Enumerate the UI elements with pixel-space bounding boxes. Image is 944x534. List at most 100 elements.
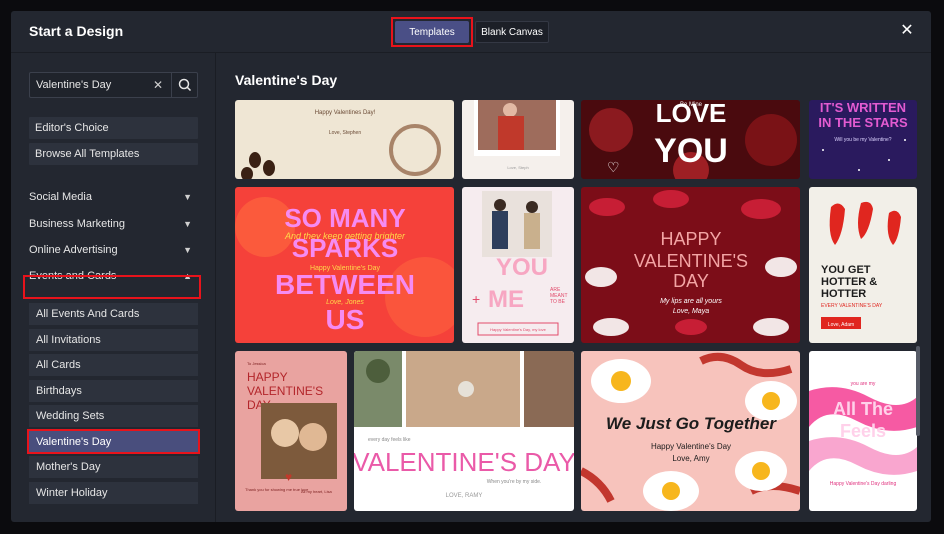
subcategory-all-cards[interactable]: All Cards <box>29 354 198 376</box>
browse-all-templates-button[interactable]: Browse All Templates <box>29 143 198 165</box>
template-card[interactable]: YOU ME ARE MEANT TO BE + Happy Valentine… <box>462 187 574 343</box>
subcategory-mothers-day[interactable]: Mother's Day <box>29 456 198 478</box>
template-text: Happy Valentines Day! <box>315 110 376 116</box>
template-text: SPARKS <box>292 233 398 263</box>
category-online-advertising[interactable]: Online Advertising ▼ <box>29 240 198 260</box>
modal-title: Start a Design <box>29 23 124 39</box>
template-eggs-preview: We Just Go Together Happy Valentine's Da… <box>581 351 800 511</box>
template-text: VALENTINE'S <box>247 384 323 398</box>
template-card[interactable]: HAPPY VALENTINE'S DAY My lips are all yo… <box>581 187 800 343</box>
chevron-down-icon: ▼ <box>183 219 192 229</box>
template-text: BETWEEN <box>275 269 415 300</box>
category-label: Business Marketing <box>29 218 125 230</box>
template-text: DAY <box>673 271 709 291</box>
template-card[interactable]: Be Mine LOVE YOU ♡ <box>581 100 800 179</box>
search-box: ✕ <box>29 72 198 98</box>
template-text: To Jessica <box>247 361 266 366</box>
template-text: Love, Adam <box>828 322 854 328</box>
search-icon <box>178 78 192 92</box>
template-text: Love, Steph <box>507 165 528 170</box>
template-card[interactable]: Love, Steph <box>462 100 574 179</box>
subcategory-winter-holiday[interactable]: Winter Holiday <box>29 482 198 504</box>
template-card[interactable]: SO MANY And they keep getting brighter S… <box>235 187 454 343</box>
subcategory-birthdays[interactable]: Birthdays <box>29 380 198 402</box>
template-text: Love, Stephen <box>329 130 361 136</box>
template-text: LOVE, RAMY <box>446 493 483 499</box>
template-text: All my heart, Lisa <box>301 489 332 494</box>
template-card[interactable]: every day feels like VALENTINE'S DAY Whe… <box>354 351 574 511</box>
template-text: Thank you for showing me true love <box>245 487 309 492</box>
template-gallery: Valentine's Day Happy Valentines Day! Lo… <box>217 53 931 522</box>
template-text: YOU GET <box>821 264 871 276</box>
template-text: We Just Go Together <box>606 414 777 433</box>
template-text: VALENTINE'S DAY <box>354 447 574 477</box>
template-text: YOU <box>496 254 548 281</box>
category-social-media[interactable]: Social Media ▼ <box>29 187 198 207</box>
template-hotter-preview: YOU GET HOTTER & HOTTER EVERY VALENTINE'… <box>809 187 917 343</box>
template-text: YOU <box>654 132 728 170</box>
template-stars-preview: IT'S WRITTEN IN THE STARS Will you be my… <box>809 100 917 179</box>
template-all-the-feels-preview: you are my All The Feels Happy Valentine… <box>809 351 917 511</box>
template-text: US <box>326 304 365 335</box>
template-text: Feels <box>840 421 886 441</box>
subcategory-all-invitations[interactable]: All Invitations <box>29 329 198 351</box>
chevron-down-icon: ▼ <box>183 192 192 202</box>
template-text: EVERY VALENTINE'S DAY <box>821 303 883 309</box>
template-text: IT'S WRITTEN <box>820 100 906 115</box>
template-text: Love, Maya <box>673 308 709 315</box>
template-card[interactable]: IT'S WRITTEN IN THE STARS Will you be my… <box>809 100 917 179</box>
plus-icon: + <box>472 291 480 307</box>
heart-icon: ♡ <box>607 159 620 175</box>
highlight-templates-tab <box>391 17 473 47</box>
category-business-marketing[interactable]: Business Marketing ▼ <box>29 214 198 234</box>
template-text: every day feels like <box>368 437 411 443</box>
search-input[interactable] <box>36 73 146 97</box>
sidebar: ✕ Editor's Choice Browse All Templates S… <box>11 53 216 522</box>
search-button[interactable] <box>172 73 198 97</box>
template-card[interactable]: Happy Valentines Day! Love, Stephen <box>235 100 454 179</box>
template-text: IN THE STARS <box>818 115 908 130</box>
template-love-you-preview: Be Mine LOVE YOU ♡ <box>581 100 800 179</box>
template-text: VALENTINE'S <box>634 251 748 271</box>
template-sparks-preview: SO MANY And they keep getting brighter S… <box>235 187 454 343</box>
start-design-modal: Start a Design Templates Blank Canvas ✕ … <box>11 11 931 522</box>
template-text: Happy Valentine's Day darling <box>830 481 897 487</box>
close-icon[interactable]: ✕ <box>899 23 915 39</box>
chevron-down-icon: ▼ <box>183 245 192 255</box>
template-coffee-preview: Happy Valentines Day! Love, Stephen <box>235 100 454 179</box>
heart-icon: ♥ <box>285 470 292 484</box>
subcategory-wedding-sets[interactable]: Wedding Sets <box>29 405 198 427</box>
template-card[interactable]: YOU GET HOTTER & HOTTER EVERY VALENTINE'… <box>809 187 917 343</box>
template-you-me-preview: YOU ME ARE MEANT TO BE + Happy Valentine… <box>462 187 574 343</box>
template-card[interactable]: you are my All The Feels Happy Valentine… <box>809 351 917 511</box>
template-text: you are my <box>851 381 876 387</box>
editors-choice-button[interactable]: Editor's Choice <box>29 117 198 139</box>
template-text: Love, Amy <box>672 454 709 463</box>
highlight-events-and-cards <box>23 275 201 299</box>
template-card[interactable]: We Just Go Together Happy Valentine's Da… <box>581 351 800 511</box>
template-text: When you're by my side. <box>487 479 542 485</box>
template-text: HAPPY <box>660 229 721 249</box>
template-couple-card-preview: To Jessica HAPPY VALENTINE'S DAY ♥ Thank… <box>235 351 347 511</box>
template-text: Happy Valentine's Day, my love <box>490 327 547 332</box>
template-text: ME <box>488 286 524 313</box>
template-text: Happy Valentine's Day <box>651 442 731 451</box>
modal-header: Start a Design Templates Blank Canvas ✕ <box>11 11 931 53</box>
category-label: Social Media <box>29 191 92 203</box>
gallery-scrollbar[interactable] <box>916 346 920 436</box>
template-photo-frame-preview: Love, Steph <box>462 100 574 179</box>
highlight-valentines-day <box>27 429 200 454</box>
section-title: Valentine's Day <box>235 72 338 88</box>
template-photo-collage-preview: every day feels like VALENTINE'S DAY Whe… <box>354 351 574 511</box>
template-card[interactable]: To Jessica HAPPY VALENTINE'S DAY ♥ Thank… <box>235 351 347 511</box>
template-text: TO BE <box>550 299 566 305</box>
clear-search-icon[interactable]: ✕ <box>151 78 165 92</box>
template-text: SO MANY <box>284 203 405 233</box>
template-text: HOTTER & <box>821 276 877 288</box>
subcategory-all-events-and-cards[interactable]: All Events And Cards <box>29 303 198 325</box>
template-text: HAPPY <box>247 370 288 384</box>
template-text: LOVE <box>656 100 727 128</box>
template-text: All The <box>833 399 893 419</box>
tab-blank-canvas[interactable]: Blank Canvas <box>475 21 549 43</box>
category-label: Online Advertising <box>29 244 118 256</box>
